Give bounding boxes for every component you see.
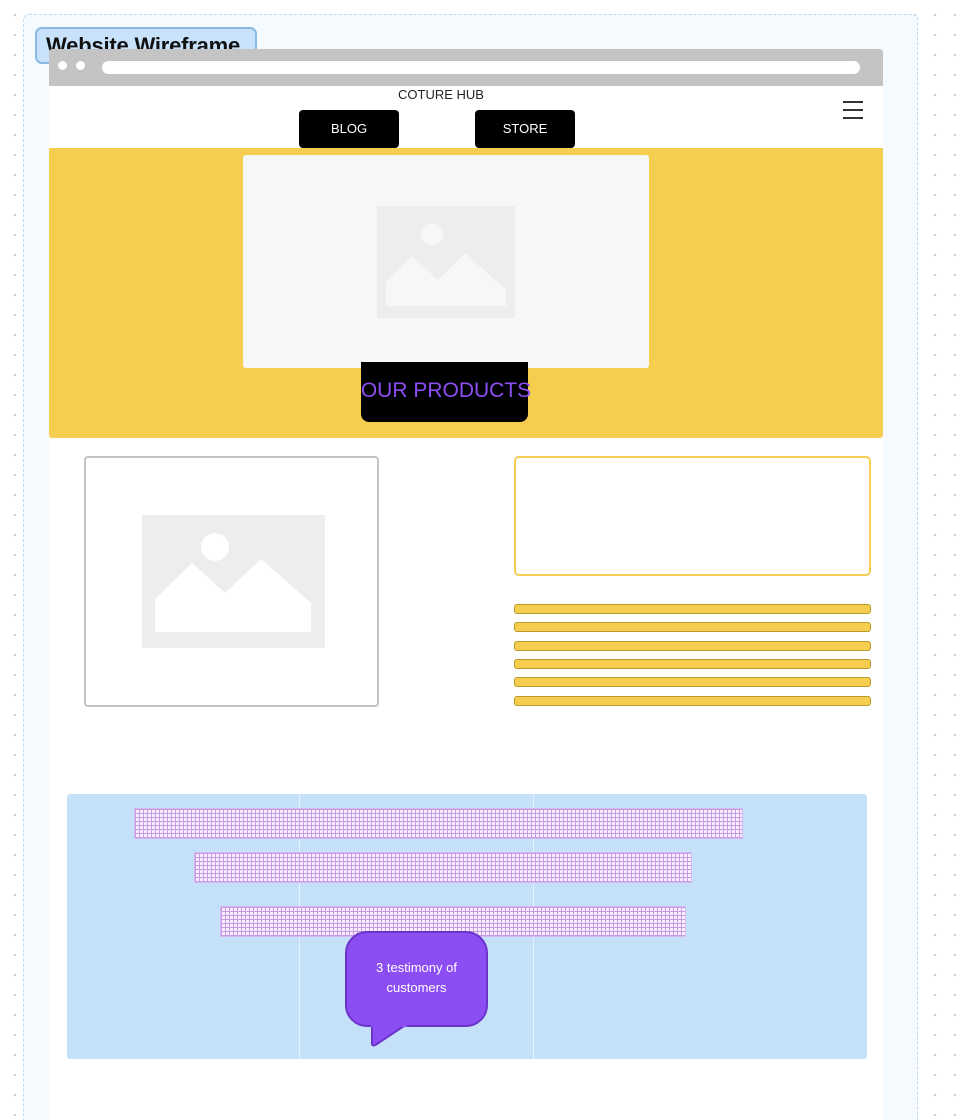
text-placeholder-line bbox=[514, 622, 871, 632]
image-placeholder-icon bbox=[377, 206, 515, 318]
blog-button[interactable]: BLOG bbox=[299, 110, 399, 148]
image-placeholder-icon bbox=[142, 515, 325, 648]
address-bar[interactable] bbox=[102, 61, 860, 74]
window-dot bbox=[58, 61, 67, 70]
browser-bar bbox=[49, 49, 883, 87]
text-placeholder-line bbox=[514, 696, 871, 706]
testimonial-placeholder[interactable] bbox=[134, 808, 743, 839]
text-placeholder-line bbox=[514, 604, 871, 614]
content-text-box[interactable] bbox=[514, 456, 871, 576]
hamburger-menu-icon[interactable] bbox=[843, 101, 863, 119]
testimonial-placeholder[interactable] bbox=[194, 852, 692, 883]
product-image-placeholder bbox=[84, 456, 379, 707]
text-placeholder-line bbox=[514, 641, 871, 651]
store-button[interactable]: STORE bbox=[475, 110, 575, 148]
site-brand: COTURE HUB bbox=[398, 87, 484, 102]
hero-image-placeholder bbox=[243, 155, 649, 368]
window-dot bbox=[76, 61, 85, 70]
text-placeholder-line bbox=[514, 677, 871, 687]
speech-bubble-tail bbox=[371, 1018, 407, 1047]
speech-bubble-text: 3 testimony of customers bbox=[376, 960, 457, 995]
text-placeholder-line bbox=[514, 659, 871, 669]
our-products-label: OUR PRODUCTS bbox=[360, 379, 532, 402]
